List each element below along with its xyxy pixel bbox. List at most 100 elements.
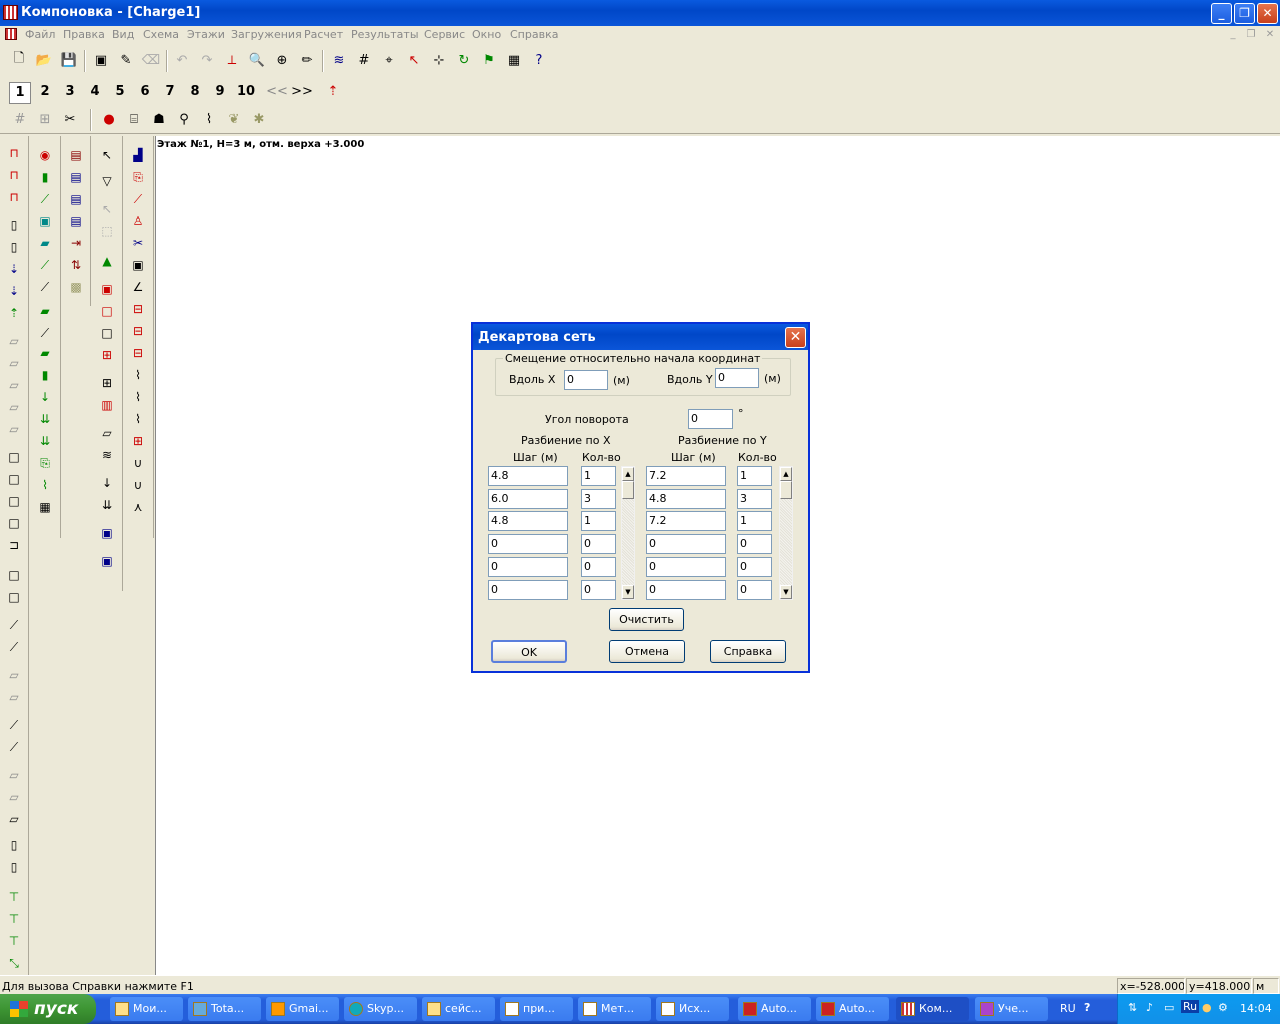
prev-floor-button[interactable]: << — [265, 82, 289, 104]
x-count-input[interactable]: 3 — [581, 489, 616, 509]
beam-frame-icon[interactable]: ⊓ — [4, 144, 24, 162]
y-step-input[interactable]: 4.8 — [646, 489, 726, 509]
along-x-input[interactable]: 0 — [564, 370, 608, 390]
plate-icon[interactable]: ▱ — [4, 666, 24, 684]
offset-tool-icon[interactable]: ⊟ — [128, 322, 148, 340]
menu-calc[interactable]: Расчет — [304, 28, 343, 41]
floor-button-5[interactable]: 5 — [109, 82, 131, 104]
wall-n-icon[interactable]: ▱ — [4, 354, 24, 372]
x-count-input[interactable]: 0 — [581, 557, 616, 577]
support-icon[interactable]: ⊤ — [4, 932, 24, 950]
y-count-input[interactable]: 3 — [737, 489, 772, 509]
grid-snap-icon[interactable]: ⊞ — [34, 108, 56, 130]
scissors-tool-icon[interactable]: ✂ — [128, 234, 148, 252]
x-count-input[interactable]: 0 — [581, 580, 616, 600]
photo-tool-icon[interactable]: ▩ — [66, 278, 86, 296]
menu-scheme[interactable]: Схема — [143, 28, 179, 41]
y-count-input[interactable]: 1 — [737, 466, 772, 486]
task-button[interactable]: Исх... — [656, 997, 729, 1021]
opening-n-icon[interactable]: □ — [4, 588, 24, 606]
node-icon[interactable]: ⌖ — [378, 49, 400, 71]
wall-tool-icon[interactable]: ▰ — [35, 302, 55, 320]
mdi-minimize-icon[interactable]: _ — [1225, 29, 1241, 42]
status-tray-icon[interactable]: ● — [1202, 1001, 1212, 1014]
diagonal-tool-icon[interactable]: ⟋ — [35, 278, 55, 296]
x-rows-scrollbar[interactable]: ▲ ▼ — [621, 466, 635, 600]
task-button[interactable]: Tota... — [188, 997, 261, 1021]
y-step-input[interactable]: 7.2 — [646, 466, 726, 486]
table-arrow-icon[interactable]: ⇥ — [66, 234, 86, 252]
multi-rect-icon[interactable]: ⊞ — [97, 346, 117, 364]
y-rows-scrollbar[interactable]: ▲ ▼ — [779, 466, 793, 600]
double-box-icon[interactable]: ▣ — [97, 552, 117, 570]
shell-icon[interactable]: ▱ — [4, 766, 24, 784]
menu-help[interactable]: Справка — [510, 28, 558, 41]
line-tool-icon[interactable]: ⟋ — [128, 190, 148, 208]
y-count-input[interactable]: 0 — [737, 580, 772, 600]
zoom-icon[interactable]: 🔍 — [246, 49, 268, 71]
select-box-icon[interactable]: ⬚ — [97, 222, 117, 240]
plate-select-icon[interactable]: ▱ — [97, 424, 117, 442]
x-step-input[interactable]: 0 — [488, 580, 568, 600]
bed-icon[interactable]: ⌸ — [123, 108, 145, 130]
stairs-tool-icon[interactable]: ⌇ — [128, 388, 148, 406]
person-tool-icon[interactable]: ♙ — [128, 212, 148, 230]
edit-pen-icon[interactable]: ✎ — [115, 49, 137, 71]
brace-icon[interactable]: ⟋ — [4, 616, 24, 634]
beam-frame-icon[interactable]: ⊓ — [4, 188, 24, 206]
wall-icon[interactable]: ▱ — [4, 332, 24, 350]
scissors-icon[interactable]: ✂ — [59, 108, 81, 130]
multi-arrow-icon[interactable]: ⇊ — [97, 496, 117, 514]
task-button-active[interactable]: Ком... — [896, 997, 969, 1021]
menu-results[interactable]: Результаты — [351, 28, 419, 41]
grid-tool-icon[interactable]: ⊞ — [128, 432, 148, 450]
dialog-title-bar[interactable]: Декартова сеть ✕ — [473, 324, 808, 350]
rect-icon[interactable]: □ — [97, 302, 117, 320]
opening-icon[interactable]: □ — [4, 566, 24, 584]
x-step-input[interactable]: 4.8 — [488, 466, 568, 486]
grid-icon[interactable]: # — [353, 49, 375, 71]
layers-icon[interactable]: ≋ — [328, 49, 350, 71]
support-icon[interactable]: ⊤ — [4, 910, 24, 928]
floor-button-1[interactable]: 1 — [9, 82, 31, 104]
table-tool-icon[interactable]: ▤ — [66, 212, 86, 230]
x-step-input[interactable]: 6.0 — [488, 489, 568, 509]
area-tool-icon[interactable]: ▰ — [35, 234, 55, 252]
slab-icon[interactable]: □ — [4, 448, 24, 466]
column-down-icon[interactable]: ⇣ — [4, 282, 24, 300]
frame-icon[interactable]: ▣ — [90, 49, 112, 71]
distribute-tool-icon[interactable]: ⇊ — [35, 410, 55, 428]
gear-tray-icon[interactable]: ⚙ — [1218, 1001, 1228, 1014]
scroll-up-arrow-icon[interactable]: ▲ — [780, 467, 792, 481]
stairs-tool-icon[interactable]: ⌇ — [35, 476, 55, 494]
floor-button-4[interactable]: 4 — [84, 82, 106, 104]
menu-service[interactable]: Сервис — [424, 28, 465, 41]
ok-button[interactable]: OK — [491, 640, 567, 663]
floor-button-6[interactable]: 6 — [134, 82, 156, 104]
move-node-icon[interactable]: ⊹ — [428, 49, 450, 71]
pile-tool-icon[interactable]: ▮ — [35, 366, 55, 384]
menu-floors[interactable]: Этажи — [187, 28, 225, 41]
y-count-input[interactable]: 1 — [737, 511, 772, 531]
angle-input[interactable]: 0 — [688, 409, 733, 429]
ramp-tool-icon[interactable]: ⟋ — [35, 324, 55, 342]
eraser-icon[interactable]: ⌫ — [140, 49, 162, 71]
offset-tool-icon[interactable]: ⊟ — [128, 344, 148, 362]
bottle-icon[interactable]: ▲ — [97, 252, 117, 270]
pointer-node-icon[interactable]: ↖ — [403, 49, 425, 71]
dialog-close-button[interactable]: ✕ — [785, 327, 806, 348]
along-y-input[interactable]: 0 — [715, 368, 759, 388]
shell-edit-icon[interactable]: ▱ — [4, 810, 24, 828]
x-step-input[interactable]: 4.8 — [488, 511, 568, 531]
floor-up-icon[interactable]: ⇡ — [322, 80, 344, 102]
task-button[interactable]: при... — [500, 997, 573, 1021]
pointer-plus-icon[interactable]: ↖ — [97, 200, 117, 218]
rect-outline-icon[interactable]: □ — [97, 324, 117, 342]
floor-button-9[interactable]: 9 — [209, 82, 231, 104]
u-profile-icon[interactable]: ∪ — [128, 454, 148, 472]
y-step-input[interactable]: 0 — [646, 534, 726, 554]
column-n-icon[interactable]: ▯ — [4, 238, 24, 256]
beam-frame-icon[interactable]: ⊓ — [4, 166, 24, 184]
rect-select-icon[interactable]: ▣ — [97, 280, 117, 298]
walk-icon[interactable]: ⚲ — [173, 108, 195, 130]
